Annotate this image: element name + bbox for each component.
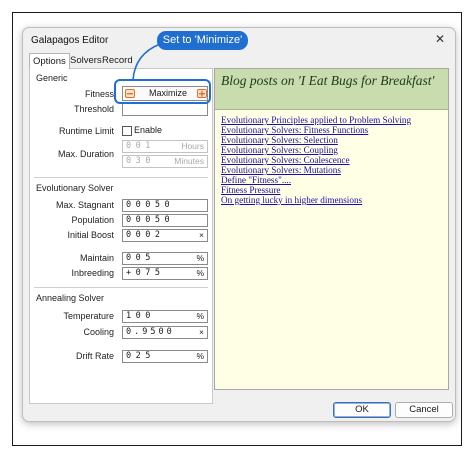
callout-bubble: Set to 'Minimize' [157, 31, 248, 50]
fitness-highlight [114, 79, 211, 104]
tab-options[interactable]: Options [29, 53, 70, 69]
callout-pointer [132, 43, 161, 81]
